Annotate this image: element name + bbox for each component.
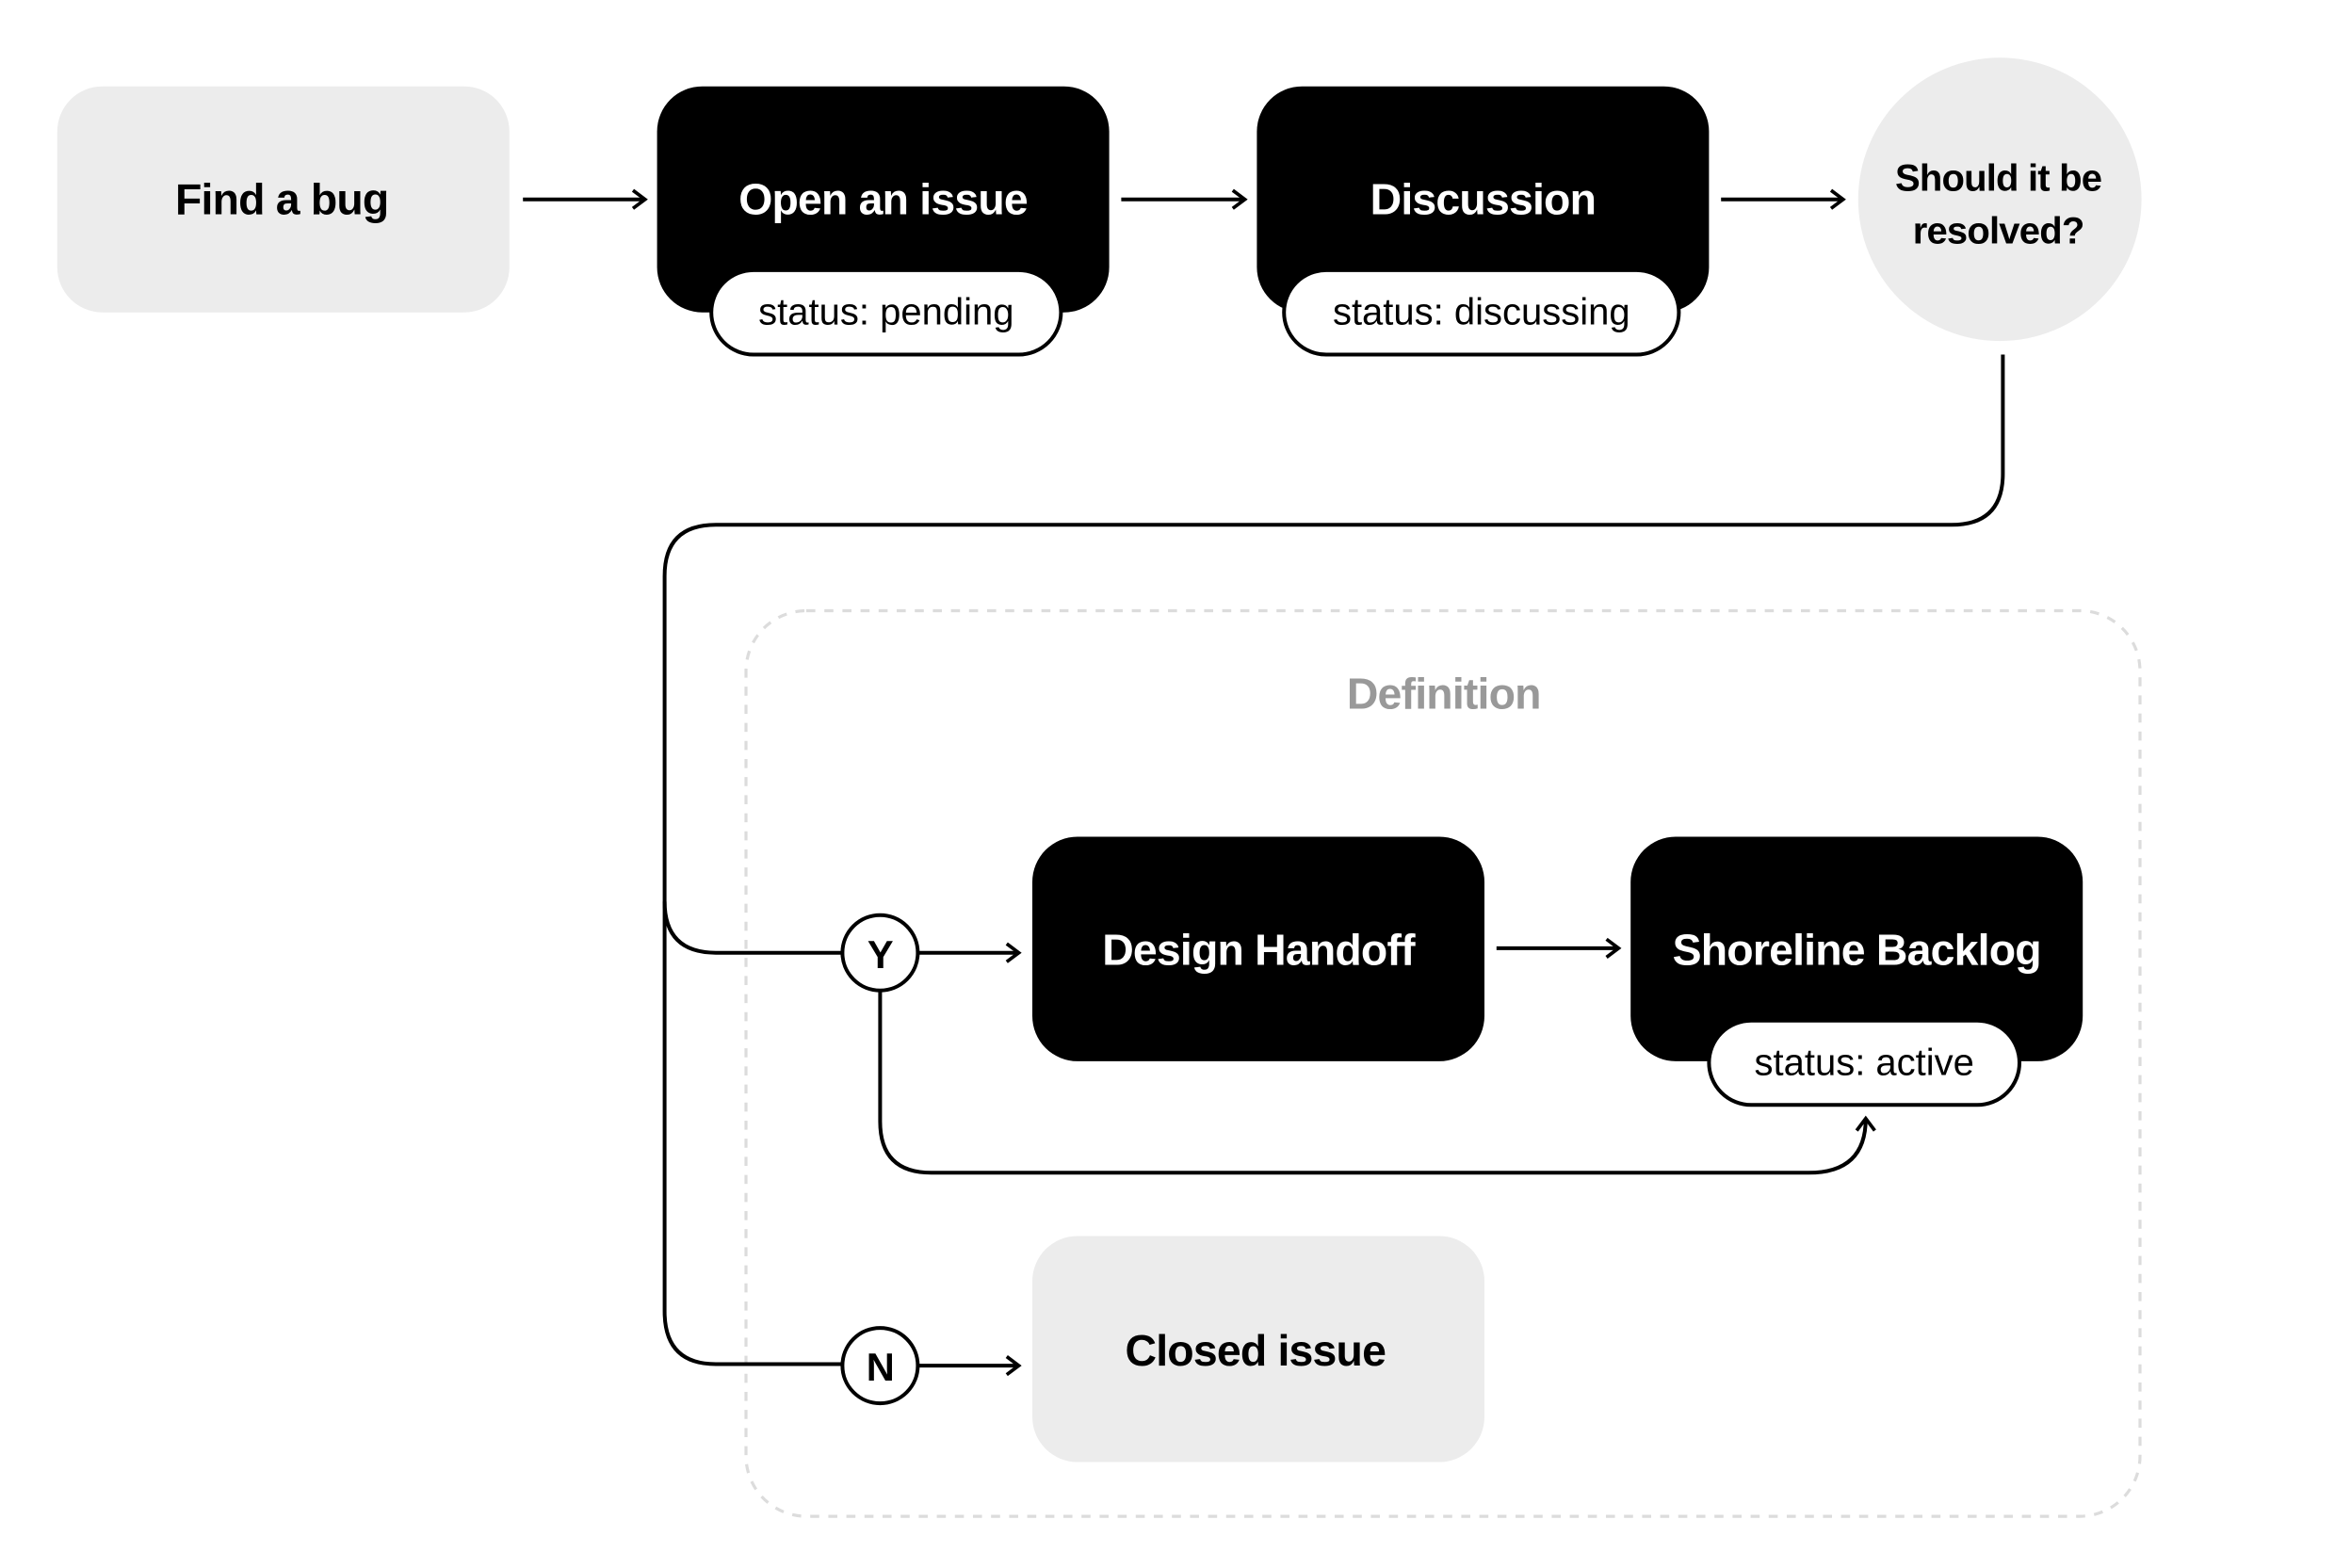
decision-line-2: resolved? [1913, 210, 2084, 251]
branch-yes-label: Y [867, 932, 894, 977]
flowchart: Definition Find a bug Open an issue stat… [57, 57, 2142, 1518]
branch-no: N [840, 1326, 920, 1406]
node-decision[interactable]: Should it be resolved? [1857, 57, 2142, 342]
node-closed-issue[interactable]: Closed issue [1032, 1236, 1484, 1463]
branch-no-label: N [867, 1345, 894, 1389]
decision-line-1: Should it be [1895, 157, 2101, 199]
status-badge-text: status: discussing [1333, 292, 1630, 333]
node-label: Find a bug [175, 175, 389, 224]
definition-group-label: Definition [1347, 670, 1541, 719]
node-label: Open an issue [738, 175, 1028, 224]
node-label: Discussion [1370, 175, 1597, 224]
status-badge-text: status: active [1754, 1043, 1973, 1084]
node-find-a-bug[interactable]: Find a bug [57, 86, 510, 313]
node-open-an-issue[interactable]: Open an issue status: pending [657, 86, 1110, 357]
node-label: Design Handoff [1102, 926, 1416, 975]
edge-to-yes [662, 901, 843, 955]
branch-yes: Y [840, 913, 920, 993]
node-design-handoff[interactable]: Design Handoff [1032, 836, 1484, 1061]
node-label: Shoreline Backlog [1673, 926, 2041, 975]
node-discussion[interactable]: Discussion status: discussing [1257, 86, 1710, 357]
node-shoreline-backlog[interactable]: Shoreline Backlog status: active [1630, 836, 2083, 1107]
status-badge-text: status: pending [758, 292, 1013, 333]
node-label: Closed issue [1126, 1326, 1386, 1375]
